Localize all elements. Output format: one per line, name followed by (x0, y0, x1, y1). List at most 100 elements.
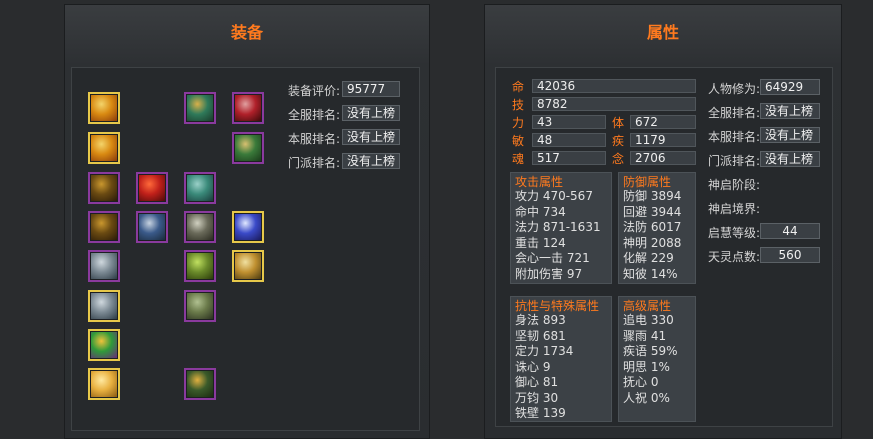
spirit-points-label: 天灵点数: (708, 250, 761, 264)
equip-slot-ring[interactable] (88, 172, 120, 204)
equip-slot-charm[interactable] (88, 368, 120, 400)
equip-slot-amulet[interactable] (88, 92, 120, 124)
stat-value: 1179 (630, 133, 696, 147)
wisdom-level-value: 44 (760, 223, 820, 239)
pendant-icon (91, 332, 117, 358)
equip-slot-crown[interactable] (184, 92, 216, 124)
hp-key: 命 (512, 80, 525, 94)
defense-row: 知彼 14% (623, 266, 678, 281)
faction-rank-value: 没有上榜 (760, 151, 820, 167)
attributes-body: 命 42036 技 8782 力 43 体 672 敏 48 疾 1179 魂 … (495, 67, 833, 427)
advanced-row: 抚心 0 (623, 375, 659, 389)
armor-icon (187, 214, 213, 240)
attributes-panel: 属性 命 42036 技 8782 力 43 体 672 敏 48 疾 1179… (484, 4, 842, 439)
spirit-points-value: 560 (760, 247, 820, 263)
attack-row: 重击 124 (515, 235, 566, 250)
global-rank-label: 全服排名: (708, 106, 761, 120)
belt-icon (235, 253, 261, 279)
equipment-title: 装备 (230, 23, 263, 42)
equipment-grid: 装备评价: 95777 全服排名: 没有上榜 本服排名: 没有上榜 门派排名: … (71, 67, 420, 431)
faction-rank-label: 门派排名: (708, 154, 761, 168)
equip-slot-amulet[interactable] (88, 132, 120, 164)
equip-slot-weapon[interactable] (232, 92, 264, 124)
robe-icon (187, 175, 213, 201)
advanced-row: 追电 330 (623, 313, 674, 327)
stat-key: 疾 (612, 134, 625, 148)
attack-row: 会心一击 721 (515, 251, 590, 265)
advanced-attributes-box: 高级属性 追电 330 骤雨 41 疾语 59% 明思 1% 抚心 0 人祝 0… (618, 296, 696, 422)
wisdom-level-label: 启慧等级: (708, 226, 761, 240)
equip-slot-armor[interactable] (184, 211, 216, 243)
defense-attributes-box: 防御属性 防御 3894 回避 3944 法防 6017 神明 2088 化解 … (618, 172, 696, 284)
skill-value: 8782 (532, 97, 696, 111)
bangle-icon (91, 253, 117, 279)
attack-attributes-box: 攻击属性 攻力 470-567 命中 734 法力 871-1631 重击 12… (510, 172, 612, 284)
stat-value: 43 (532, 115, 606, 129)
equip-slot-robe[interactable] (184, 172, 216, 204)
rating-value: 95777 (342, 81, 400, 97)
stat-key: 力 (512, 116, 525, 130)
rating-label: 装备评价: (288, 84, 341, 98)
resist-row: 坚韧 681 (515, 328, 566, 343)
stat-value: 48 (532, 133, 606, 147)
stat-key: 魂 (512, 152, 525, 166)
attack-row: 附加伤害 97 (515, 266, 583, 281)
cultivation-label: 人物修为: (708, 82, 761, 96)
amulet-icon (91, 95, 117, 121)
stat-value: 2706 (630, 151, 696, 165)
defense-row: 法防 6017 (623, 220, 682, 234)
defense-row: 回避 3944 (623, 204, 682, 219)
attack-row: 法力 871-1631 (515, 220, 601, 234)
equip-slot-feather[interactable] (136, 172, 168, 204)
bangle-icon (91, 293, 117, 319)
equip-slot-gem[interactable] (232, 211, 264, 243)
resist-row: 定力 1734 (515, 344, 574, 358)
resist-row: 诛心 9 (515, 359, 551, 374)
global-rank-value: 没有上榜 (342, 105, 400, 121)
defense-row: 神明 2088 (623, 235, 682, 250)
cultivation-value: 64929 (760, 79, 820, 95)
resist-row: 身法 893 (515, 313, 566, 327)
resist-title: 抗性与特殊属性 (515, 299, 600, 313)
equip-slot-bracer[interactable] (136, 211, 168, 243)
equip-slot-shoulder[interactable] (184, 250, 216, 282)
divine-realm-label: 神启境界: (708, 202, 761, 216)
skill-key: 技 (512, 98, 525, 112)
gem-icon (235, 214, 261, 240)
equip-slot-bangle[interactable] (88, 250, 120, 282)
faction-rank-label: 门派排名: (288, 156, 341, 170)
hp-value: 42036 (532, 79, 696, 93)
equip-slot-pendant[interactable] (88, 329, 120, 361)
equip-slot-gloves[interactable] (232, 132, 264, 164)
shoulder-icon (187, 253, 213, 279)
boots-icon (187, 371, 213, 397)
attack-row: 攻力 470-567 (515, 189, 593, 203)
ring-icon (91, 214, 117, 240)
feather-icon (139, 175, 165, 201)
attack-title: 攻击属性 (515, 175, 564, 189)
equip-slot-bangle[interactable] (88, 290, 120, 322)
weapon-icon (235, 95, 261, 121)
gloves-icon (235, 135, 261, 161)
charm-icon (91, 371, 117, 397)
attack-row: 命中 734 (515, 204, 566, 219)
resist-row: 万钧 30 (515, 390, 559, 405)
advanced-row: 骤雨 41 (623, 328, 667, 343)
equip-slot-ring[interactable] (88, 211, 120, 243)
equip-slot-boots[interactable] (184, 368, 216, 400)
server-rank-value: 没有上榜 (342, 129, 400, 145)
stat-key: 念 (612, 152, 625, 166)
faction-rank-value: 没有上榜 (342, 153, 400, 169)
stat-value: 517 (532, 151, 606, 165)
server-rank-label: 本服排名: (288, 132, 341, 146)
bracer-icon (139, 214, 165, 240)
equip-slot-leggings[interactable] (184, 290, 216, 322)
crown-icon (187, 95, 213, 121)
server-rank-label: 本服排名: (708, 130, 761, 144)
resist-attributes-box: 抗性与特殊属性 身法 893 坚韧 681 定力 1734 诛心 9 御心 81… (510, 296, 612, 422)
resist-row: 铁壁 139 (515, 406, 566, 420)
global-rank-value: 没有上榜 (760, 103, 820, 119)
global-rank-label: 全服排名: (288, 108, 341, 122)
equip-slot-belt[interactable] (232, 250, 264, 282)
defense-row: 化解 229 (623, 251, 674, 265)
